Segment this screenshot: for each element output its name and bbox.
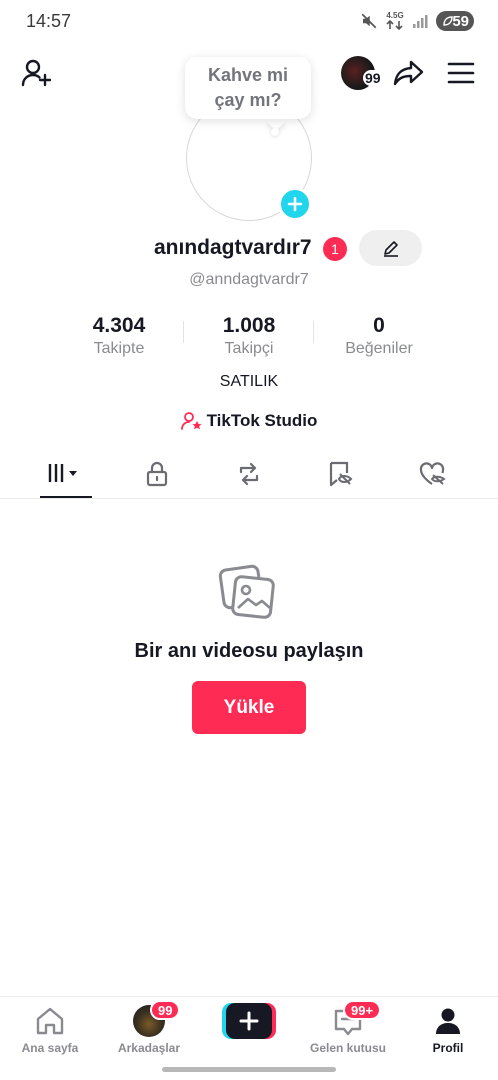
stat-value: 0 xyxy=(373,314,385,337)
liked-icon xyxy=(419,462,446,485)
battery-icon: 59 xyxy=(436,11,474,31)
tiktok-studio-link[interactable]: TikTok Studio xyxy=(0,410,498,432)
menu-button[interactable] xyxy=(446,58,476,88)
stat-likes[interactable]: 0 Beğeniler xyxy=(314,313,444,359)
user-handle: @anndagtvardr7 xyxy=(189,271,309,288)
nav-friends[interactable]: Arkadaşlar xyxy=(99,1005,199,1055)
share-icon xyxy=(393,60,424,86)
active-tab-indicator xyxy=(40,496,92,498)
status-icons: 4.5G 59 xyxy=(360,11,474,31)
note-bubble[interactable]: Kahve mi çay mı? xyxy=(185,57,311,119)
home-icon xyxy=(0,1005,100,1037)
status-time: 14:57 xyxy=(26,11,72,31)
story-count: 99 xyxy=(363,70,383,86)
studio-icon xyxy=(180,412,202,430)
tagged-icon xyxy=(329,461,353,487)
notification-badge: 1 xyxy=(323,237,347,261)
profile-icon xyxy=(398,1005,498,1037)
status-bar: 14:57 4.5G 59 xyxy=(0,0,498,44)
videos-grid-icon xyxy=(48,464,77,482)
plus-icon xyxy=(239,1011,259,1031)
edit-profile-button[interactable] xyxy=(359,230,422,266)
friends-badge: 99 xyxy=(150,1000,181,1020)
stat-followers[interactable]: 1.008 Takipçi xyxy=(184,313,314,359)
username: anındagtvardır7 xyxy=(154,236,312,259)
repost-icon xyxy=(239,462,259,486)
content-tabs xyxy=(0,449,498,499)
nav-label: Arkadaşlar xyxy=(117,1041,181,1055)
share-button[interactable] xyxy=(392,56,426,90)
stat-label: Takipçi xyxy=(224,340,274,357)
username-row: anındagtvardır7 1 xyxy=(0,236,498,266)
pencil-icon xyxy=(383,241,398,257)
stat-label: Beğeniler xyxy=(345,340,413,357)
stat-label: Takipte xyxy=(93,340,145,357)
battery-level: 59 xyxy=(452,12,469,30)
add-friend-button[interactable] xyxy=(20,56,54,90)
stat-value: 4.304 xyxy=(92,314,146,337)
signal-icon xyxy=(412,13,428,29)
bio: SATILIK xyxy=(219,373,279,390)
leaf-icon xyxy=(443,16,453,26)
bubble-dot xyxy=(271,128,279,136)
network-4g-icon: 4.5G xyxy=(386,12,404,30)
upload-button[interactable]: Yükle xyxy=(192,681,306,734)
tab-liked[interactable] xyxy=(407,457,457,491)
stat-value: 1.008 xyxy=(222,314,276,337)
tab-tagged[interactable] xyxy=(315,457,365,491)
menu-icon xyxy=(447,62,475,84)
tab-private[interactable] xyxy=(132,457,182,491)
empty-state-title: Bir anı videosu paylaşın xyxy=(134,640,364,662)
stats-row: 4.304 Takipte 1.008 Takipçi 0 Beğeniler xyxy=(0,313,498,363)
studio-label: TikTok Studio xyxy=(206,411,318,430)
nav-label: Profil xyxy=(432,1041,464,1055)
nav-label: Gelen kutusu xyxy=(309,1041,386,1055)
home-indicator xyxy=(162,1067,336,1072)
nav-profile[interactable]: Profil xyxy=(398,1005,498,1055)
plus-icon xyxy=(287,196,303,212)
mute-icon xyxy=(360,12,378,30)
nav-label: Ana sayfa xyxy=(21,1041,79,1055)
add-photo-button[interactable] xyxy=(278,187,312,221)
inbox-badge: 99+ xyxy=(343,1000,382,1020)
lock-icon xyxy=(146,461,168,487)
add-friend-icon xyxy=(21,59,52,87)
friends-avatar xyxy=(99,1005,199,1037)
tab-reposts[interactable] xyxy=(224,457,274,491)
stat-following[interactable]: 4.304 Takipte xyxy=(54,313,184,359)
create-button[interactable] xyxy=(222,1003,276,1039)
tab-videos[interactable] xyxy=(41,457,91,491)
nav-home[interactable]: Ana sayfa xyxy=(0,1005,100,1055)
photos-icon xyxy=(218,562,278,622)
